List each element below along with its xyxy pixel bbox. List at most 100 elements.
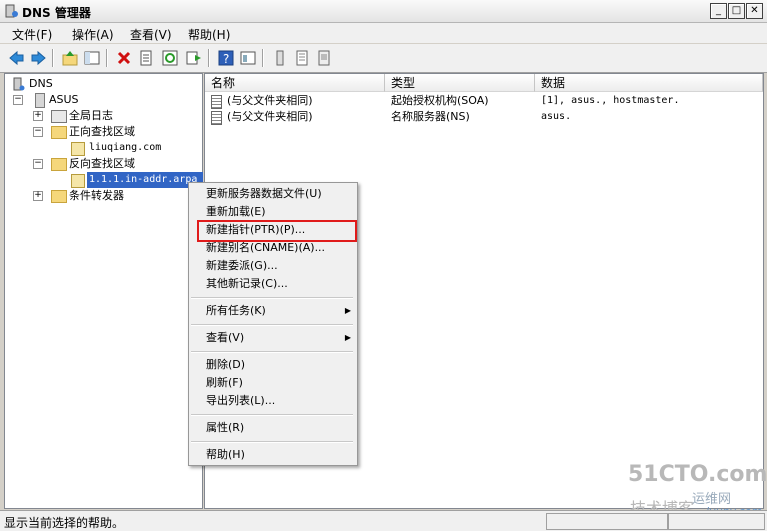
- menu-item-label: 查看(V): [206, 331, 245, 344]
- menu-separator: [191, 351, 353, 353]
- folder-icon: [51, 190, 67, 203]
- up-icon[interactable]: [62, 50, 78, 66]
- forward-icon[interactable]: [30, 50, 46, 66]
- menu-help[interactable]: 帮助(H): [188, 26, 230, 43]
- toolbar-separator: [262, 49, 264, 67]
- dns-app-icon: [4, 4, 18, 18]
- menu-item-label: 所有任务(K): [206, 304, 266, 317]
- zone-icon: [71, 174, 85, 188]
- cell-name: (与父文件夹相同): [227, 94, 313, 107]
- svg-text:?: ?: [223, 52, 229, 66]
- watermark-51cto: 51CTO.com: [628, 462, 767, 487]
- status-bar: 显示当前选择的帮助。: [0, 510, 767, 531]
- tree-label: 条件转发器: [69, 189, 124, 202]
- menu-item-all-tasks[interactable]: 所有任务(K) ▶: [189, 302, 357, 320]
- submenu-arrow-icon: ▶: [344, 306, 351, 315]
- server-icon: [35, 93, 45, 108]
- column-header-data[interactable]: 数据: [535, 74, 763, 92]
- tree-label: liuqiang.com: [89, 142, 162, 153]
- records-icon[interactable]: [316, 50, 332, 66]
- menu-separator: [191, 441, 353, 443]
- cell-name: (与父文件夹相同): [227, 110, 313, 123]
- cell-data: asus.: [541, 111, 572, 122]
- menu-item-help[interactable]: 帮助(H): [189, 446, 357, 464]
- menu-item-label: 更新服务器数据文件(U): [206, 187, 322, 200]
- properties-icon[interactable]: [138, 50, 154, 66]
- tree-label: 全局日志: [69, 109, 113, 122]
- tree-pane: DNS − ASUS + 全局日志 − 正向查找区域 liuqiang.com …: [4, 73, 203, 509]
- export-icon[interactable]: [186, 50, 202, 66]
- menu-bar: 文件(F) 操作(A) 查看(V) 帮助(H): [0, 23, 767, 43]
- window-title: DNS 管理器: [22, 6, 91, 20]
- tree-label: DNS: [29, 77, 53, 90]
- refresh-icon[interactable]: [162, 50, 178, 66]
- folder-icon: [51, 158, 67, 171]
- column-header-name[interactable]: 名称: [205, 74, 385, 92]
- help-icon[interactable]: ?: [218, 50, 234, 66]
- status-text: 显示当前选择的帮助。: [4, 516, 125, 530]
- server-icon[interactable]: [272, 50, 288, 66]
- highlight-box: [197, 220, 357, 242]
- delete-icon[interactable]: [116, 50, 132, 66]
- tree-label: ASUS: [49, 93, 79, 106]
- close-button[interactable]: ✕: [746, 3, 763, 19]
- menu-item-label: 帮助(H): [206, 448, 245, 461]
- menu-action[interactable]: 操作(A): [72, 26, 114, 43]
- tree-label: 1.1.1.in-addr.arpa: [87, 172, 203, 188]
- menu-item-label: 刷新(F): [206, 376, 243, 389]
- menu-separator: [191, 297, 353, 299]
- table-row[interactable]: (与父文件夹相同) 名称服务器(NS) asus.: [205, 109, 763, 125]
- minimize-button[interactable]: _: [710, 3, 727, 19]
- toolbar-separator: [52, 49, 54, 67]
- record-icon: [211, 95, 222, 109]
- collapse-icon[interactable]: −: [33, 159, 43, 169]
- menu-item-reload[interactable]: 重新加载(E): [189, 203, 357, 221]
- toolbar-separator: [208, 49, 210, 67]
- menu-file[interactable]: 文件(F): [12, 26, 52, 43]
- cell-data: [1], asus., hostmaster.: [541, 95, 680, 106]
- menu-item-properties[interactable]: 属性(R): [189, 419, 357, 437]
- menu-view[interactable]: 查看(V): [130, 26, 172, 43]
- tree-label: 反向查找区域: [69, 157, 135, 170]
- toolbar: ?: [0, 44, 767, 73]
- menu-item-view[interactable]: 查看(V) ▶: [189, 329, 357, 347]
- menu-item-refresh[interactable]: 刷新(F): [189, 374, 357, 392]
- tree-item-reverse-zone-selected[interactable]: 1.1.1.in-addr.arpa: [11, 172, 203, 188]
- submenu-arrow-icon: ▶: [344, 333, 351, 342]
- tree-label: 正向查找区域: [69, 125, 135, 138]
- menu-item-update-server-data-file[interactable]: 更新服务器数据文件(U): [189, 185, 357, 203]
- status-pane: [668, 513, 765, 530]
- title-bar: DNS 管理器 _ □ ✕: [0, 0, 767, 23]
- column-header-type[interactable]: 类型: [385, 74, 535, 92]
- expand-icon[interactable]: +: [33, 111, 43, 121]
- menu-item-export-list[interactable]: 导出列表(L)...: [189, 392, 357, 410]
- list-icon[interactable]: [294, 50, 310, 66]
- expand-icon[interactable]: +: [33, 191, 43, 201]
- back-icon[interactable]: [8, 50, 24, 66]
- show-hide-tree-icon[interactable]: [84, 50, 100, 66]
- menu-item-label: 属性(R): [206, 421, 245, 434]
- menu-item-label: 重新加载(E): [206, 205, 266, 218]
- dns-icon: [13, 77, 25, 91]
- menu-item-label: 新建委派(G)...: [206, 259, 278, 272]
- collapse-icon[interactable]: −: [33, 127, 43, 137]
- folder-icon: [51, 126, 67, 139]
- maximize-button[interactable]: □: [728, 3, 745, 19]
- toolbar-separator: [106, 49, 108, 67]
- menu-separator: [191, 414, 353, 416]
- menu-item-other-new-records[interactable]: 其他新记录(C)...: [189, 275, 357, 293]
- console-icon[interactable]: [240, 50, 256, 66]
- zone-icon: [71, 142, 85, 156]
- log-icon: [51, 110, 67, 123]
- menu-item-label: 其他新记录(C)...: [206, 277, 288, 290]
- menu-item-label: 删除(D): [206, 358, 246, 371]
- cell-type: 起始授权机构(SOA): [391, 94, 489, 107]
- table-row[interactable]: (与父文件夹相同) 起始授权机构(SOA) [1], asus., hostma…: [205, 93, 763, 109]
- status-pane: [546, 513, 668, 530]
- menu-item-new-delegation[interactable]: 新建委派(G)...: [189, 257, 357, 275]
- record-icon: [211, 111, 222, 125]
- menu-separator: [191, 324, 353, 326]
- cell-type: 名称服务器(NS): [391, 110, 470, 123]
- menu-item-delete[interactable]: 删除(D): [189, 356, 357, 374]
- collapse-icon[interactable]: −: [13, 95, 23, 105]
